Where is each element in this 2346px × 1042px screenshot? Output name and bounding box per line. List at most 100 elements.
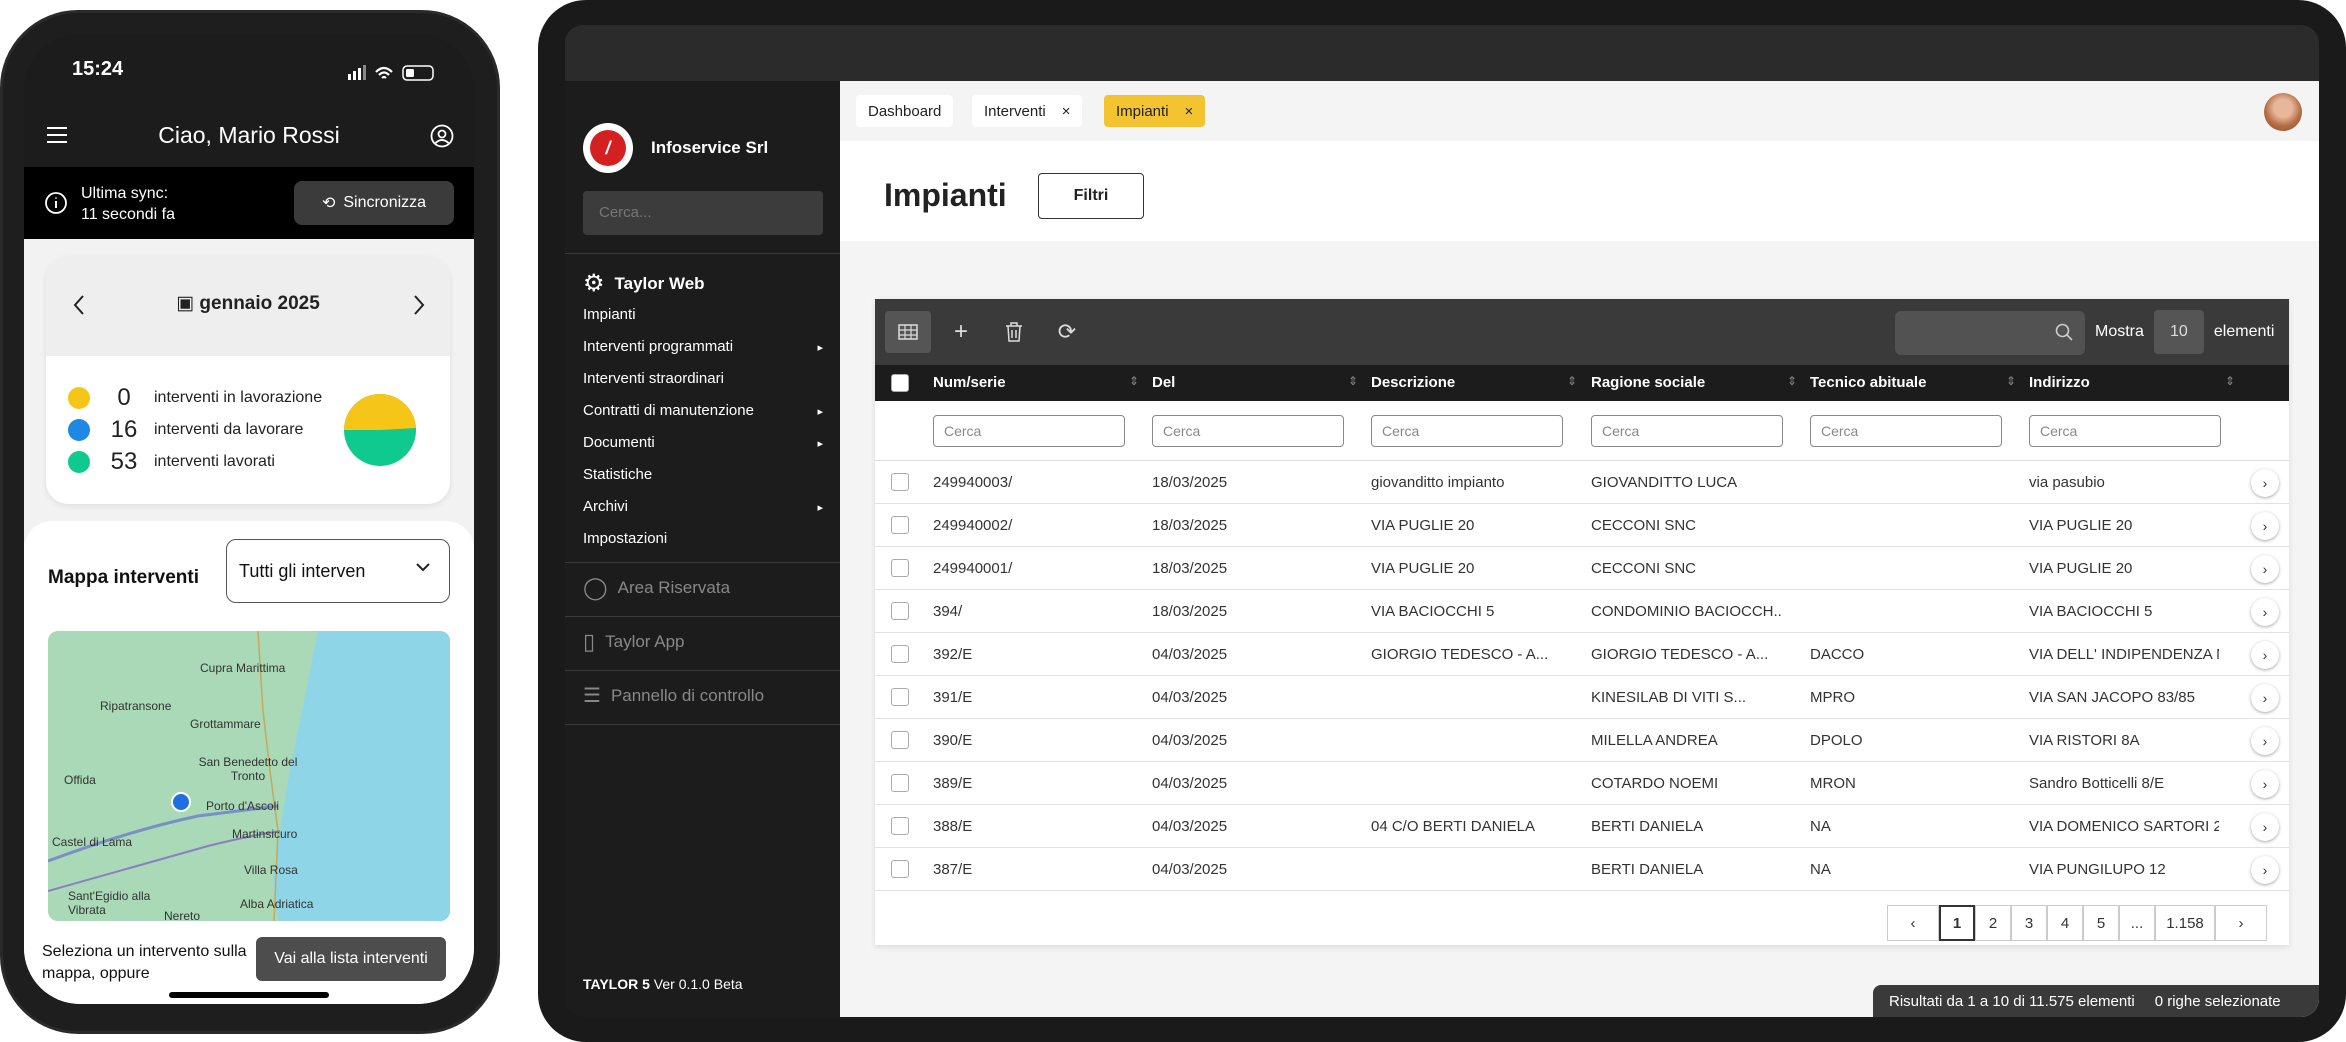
sidebar-item-2[interactable]: Interventi straordinari — [583, 370, 823, 387]
chevron-right-icon[interactable]: › — [2251, 512, 2279, 540]
section-taylor-app[interactable]: ▯ Taylor App — [583, 629, 685, 655]
intervention-filter-select[interactable]: Tutti gli interven — [226, 539, 450, 603]
sort-icon[interactable]: ⇕ — [2006, 374, 2016, 388]
table-row[interactable]: 389/E 04/03/2025 COTARDO NOEMI MRON Sandro B… — [875, 762, 2289, 805]
column-filter-input[interactable]: Cerca — [2029, 415, 2221, 447]
sort-icon[interactable]: ⇕ — [1567, 374, 1577, 388]
row-checkbox[interactable] — [891, 731, 909, 749]
table-row[interactable]: 394/18/03/2025 VIA BACIOCCHI 5 CONDOMINIO … — [875, 590, 2289, 633]
column-header[interactable]: Num/serie — [933, 374, 1006, 391]
chevron-right-icon[interactable]: › — [2251, 641, 2279, 669]
tab-dashboard[interactable]: Dashboard — [856, 95, 954, 127]
chevron-down-icon — [415, 562, 431, 572]
table-row[interactable]: 249940001/18/03/2025 VIA PUGLIE 20 CECCONI… — [875, 547, 2289, 590]
close-icon[interactable]: × — [1185, 103, 1194, 120]
avatar[interactable] — [2264, 93, 2302, 131]
sidebar-item-0[interactable]: Impianti — [583, 306, 823, 323]
column-header[interactable]: Descrizione — [1371, 374, 1455, 391]
chevron-right-icon[interactable]: › — [2251, 684, 2279, 712]
user-icon[interactable] — [430, 124, 454, 148]
table-row[interactable]: 388/E 04/03/2025 04 C/O BERTI DANIELA BERTI… — [875, 805, 2289, 848]
row-checkbox[interactable] — [891, 774, 909, 792]
chevron-right-icon[interactable]: › — [2251, 770, 2279, 798]
trash-icon[interactable] — [991, 311, 1037, 353]
grid-search-input[interactable] — [1895, 311, 2085, 355]
section-taylor-web[interactable]: ⚙ Taylor Web — [583, 269, 705, 298]
row-checkbox[interactable] — [891, 645, 909, 663]
row-checkbox[interactable] — [891, 516, 909, 534]
pagination-page[interactable]: ... — [2119, 905, 2155, 941]
row-checkbox[interactable] — [891, 860, 909, 878]
chevron-right-icon[interactable]: › — [2251, 598, 2279, 626]
caret-right-icon: ▸ — [817, 438, 823, 450]
row-checkbox[interactable] — [891, 473, 909, 491]
chevron-right-icon[interactable] — [412, 294, 426, 316]
select-all-checkbox[interactable] — [891, 374, 909, 392]
pagination-page[interactable]: 4 — [2047, 905, 2083, 941]
sidebar-item-1[interactable]: Interventi programmati ▸ — [583, 338, 823, 355]
table-row[interactable]: 390/E 04/03/2025 MILELLA ANDREA DPOLO VIA RI… — [875, 719, 2289, 762]
table-row[interactable]: 391/E 04/03/2025 KINESILAB DI VITI S... MPR… — [875, 676, 2289, 719]
table-row[interactable]: 387/E 04/03/2025 BERTI DANIELA NA VIA PUNGIL… — [875, 848, 2289, 891]
table-row[interactable]: 249940003/18/03/2025 giovanditto impianto… — [875, 461, 2289, 504]
pagination-page[interactable]: 3 — [2011, 905, 2047, 941]
row-checkbox[interactable] — [891, 602, 909, 620]
table-cell: DPOLO — [1810, 732, 1863, 749]
section-control-panel[interactable]: ☰ Pannello di controllo — [583, 683, 764, 708]
stat-done[interactable]: 53 interventi lavorati — [68, 448, 275, 476]
pagination-next-icon[interactable]: › — [2215, 905, 2267, 941]
sidebar-item-4[interactable]: Documenti ▸ — [583, 434, 823, 451]
pagination-page[interactable]: 2 — [1975, 905, 2011, 941]
table-cell: VIA BACIOCCHI 5 — [2029, 603, 2153, 620]
close-icon[interactable]: × — [1062, 103, 1071, 120]
pagination-page[interactable]: 1 — [1939, 905, 1975, 941]
row-checkbox[interactable] — [891, 688, 909, 706]
stat-to-do[interactable]: 16 interventi da lavorare — [68, 416, 303, 444]
sort-icon[interactable]: ⇕ — [2225, 374, 2235, 388]
tab-interventi[interactable]: Interventi × — [972, 95, 1083, 127]
grid-view-icon[interactable] — [885, 311, 931, 353]
table-row[interactable]: 392/E 04/03/2025 GIORGIO TEDESCO - A... GIO… — [875, 633, 2289, 676]
column-filter-input[interactable]: Cerca — [1152, 415, 1344, 447]
sort-icon[interactable]: ⇕ — [1348, 374, 1358, 388]
month-label[interactable]: ▣ gennaio 2025 — [46, 292, 450, 315]
chevron-right-icon[interactable]: › — [2251, 727, 2279, 755]
stat-in-progress[interactable]: 0 interventi in lavorazione — [68, 384, 322, 412]
sidebar-item-7[interactable]: Impostazioni — [583, 530, 823, 547]
chevron-right-icon[interactable]: › — [2251, 469, 2279, 497]
chevron-right-icon[interactable]: › — [2251, 555, 2279, 583]
chevron-right-icon[interactable]: › — [2251, 856, 2279, 884]
refresh-icon[interactable]: ⟳ — [1044, 311, 1090, 353]
tab-impianti[interactable]: Impianti × — [1104, 95, 1206, 127]
sidebar-item-6[interactable]: Archivi ▸ — [583, 498, 823, 515]
sync-button[interactable]: ⟲ Sincronizza — [294, 181, 454, 225]
column-header[interactable]: Del — [1152, 374, 1175, 391]
go-to-list-button[interactable]: Vai alla lista interventi — [256, 937, 446, 981]
section-area-riservata[interactable]: ◯ Area Riservata — [583, 575, 730, 601]
column-filter-input[interactable]: Cerca — [1371, 415, 1563, 447]
map-label-porto-ascoli: Porto d'Ascoli — [206, 799, 279, 813]
column-header[interactable]: Indirizzo — [2029, 374, 2090, 391]
sort-icon[interactable]: ⇕ — [1129, 374, 1139, 388]
chevron-right-icon[interactable]: › — [2251, 813, 2279, 841]
pagination-page[interactable]: 5 — [2083, 905, 2119, 941]
sort-icon[interactable]: ⇕ — [1787, 374, 1797, 388]
column-header[interactable]: Ragione sociale — [1591, 374, 1705, 391]
pagination-page[interactable]: 1.158 — [2155, 905, 2215, 941]
column-filter-input[interactable]: Cerca — [933, 415, 1125, 447]
add-icon[interactable]: + — [938, 311, 984, 353]
column-filter-input[interactable]: Cerca — [1591, 415, 1783, 447]
table-cell: 249940001/ — [933, 560, 1013, 577]
column-filter-input[interactable]: Cerca — [1810, 415, 2002, 447]
sidebar-item-3[interactable]: Contratti di manutenzione ▸ — [583, 402, 823, 419]
table-row[interactable]: 249940002/18/03/2025 VIA PUGLIE 20 CECCONI… — [875, 504, 2289, 547]
sidebar-item-5[interactable]: Statistiche — [583, 466, 823, 483]
column-header[interactable]: Tecnico abituale — [1810, 374, 1926, 391]
map-view[interactable]: Cupra Marittima Ripatransone Grottammare… — [48, 631, 450, 921]
sidebar-search-input[interactable]: Cerca... — [583, 191, 823, 235]
page-size-input[interactable]: 10 — [2153, 310, 2204, 354]
filters-button[interactable]: Filtri — [1038, 173, 1144, 219]
row-checkbox[interactable] — [891, 817, 909, 835]
pagination-prev-icon[interactable]: ‹ — [1887, 905, 1939, 941]
row-checkbox[interactable] — [891, 559, 909, 577]
